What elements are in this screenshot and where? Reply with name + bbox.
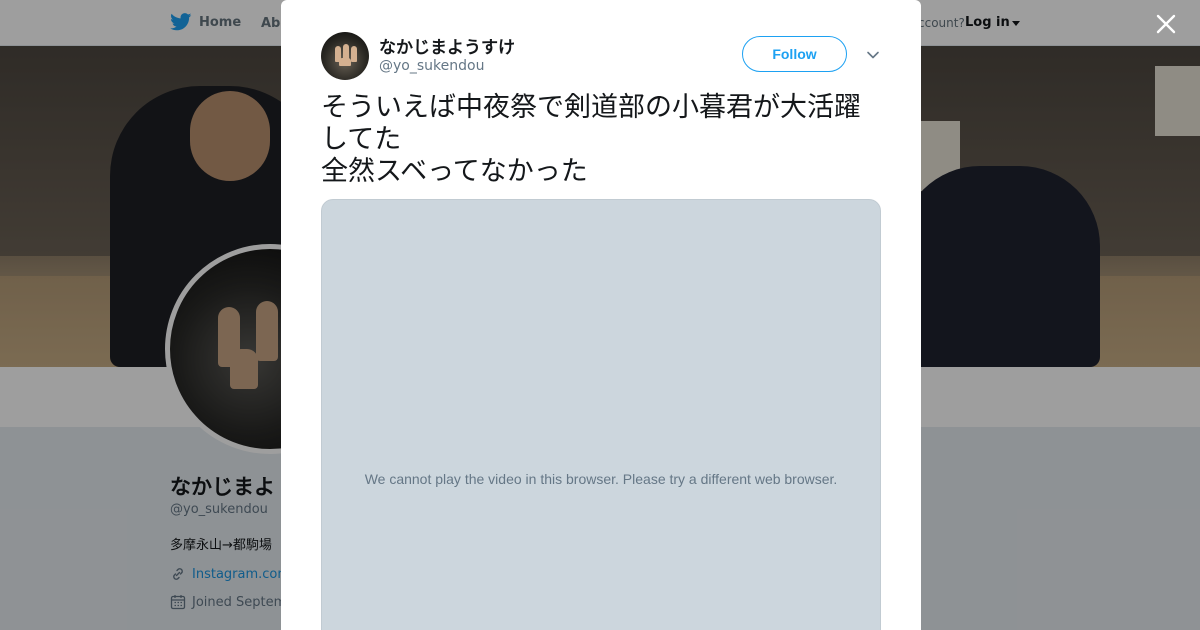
tweet-modal: なかじまようすけ @yo_sukendou Follow そういえば中夜祭で剣道… (281, 0, 921, 630)
tweet-author-name[interactable]: なかじまようすけ (379, 33, 515, 58)
avatar-figure (339, 58, 351, 66)
close-icon (1156, 14, 1176, 34)
tweet-author-avatar[interactable] (321, 32, 369, 80)
follow-button[interactable]: Follow (742, 36, 847, 72)
avatar-figure (351, 46, 357, 62)
tweet-text: そういえば中夜祭で剣道部の小暮君が大活躍してた 全然スベってなかった (321, 92, 861, 187)
video-error-message: We cannot play the video in this browser… (364, 471, 838, 487)
video-player[interactable]: We cannot play the video in this browser… (321, 199, 881, 630)
tweet-author-handle[interactable]: @yo_sukendou (379, 58, 484, 74)
more-options-button[interactable] (865, 47, 881, 63)
chevron-down-icon (867, 51, 879, 59)
close-button[interactable] (1152, 10, 1180, 38)
